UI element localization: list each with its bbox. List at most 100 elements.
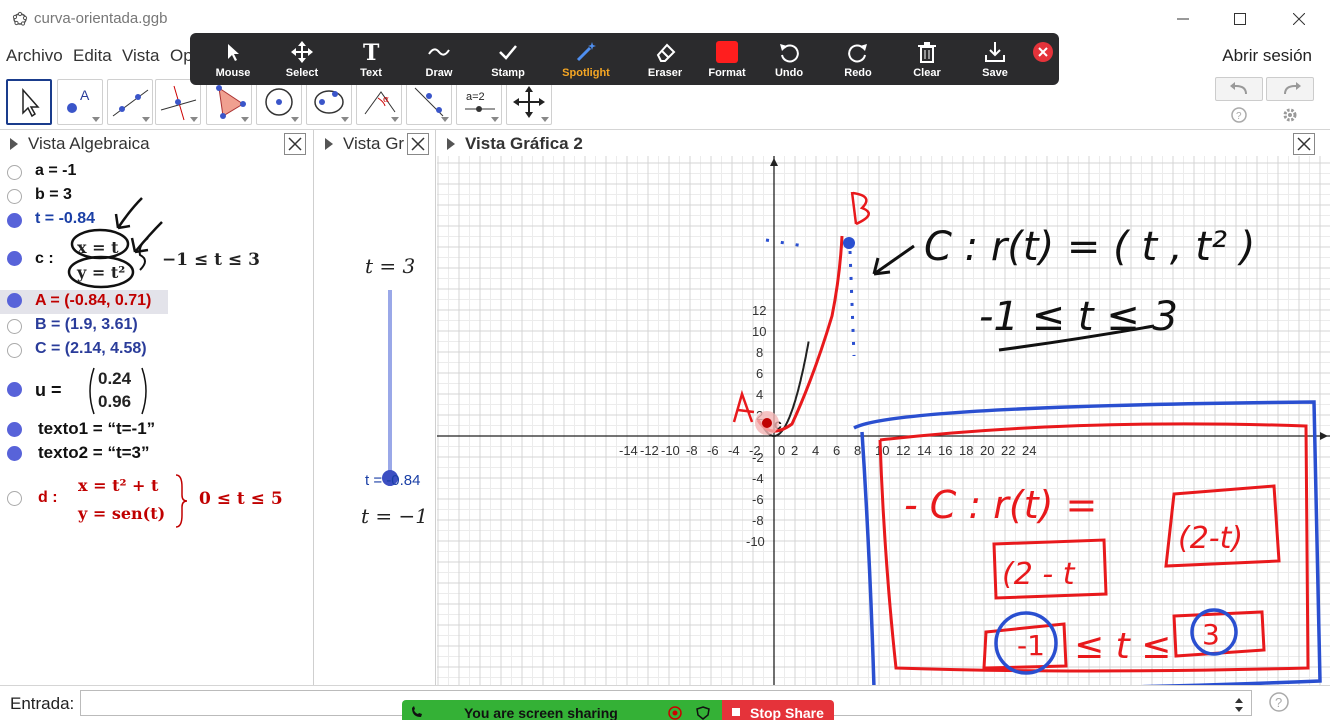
x-tick-label: 20: [980, 443, 994, 458]
annot-label: Redo: [844, 67, 872, 79]
annot-redo-button[interactable]: Redo: [825, 33, 891, 85]
tool-slider[interactable]: a=2: [456, 79, 502, 125]
graphics2-header[interactable]: Vista Gráfica 2: [437, 131, 1330, 157]
tool-reflect[interactable]: [406, 79, 452, 125]
record-icon[interactable]: [668, 706, 682, 720]
tool-point[interactable]: A: [57, 79, 103, 125]
svg-text:A: A: [80, 87, 90, 103]
annot-save-button[interactable]: Save: [962, 33, 1028, 85]
x-tick-label: -8: [686, 443, 698, 458]
tool-perpendicular[interactable]: [155, 79, 201, 125]
svg-text:?: ?: [1275, 695, 1282, 710]
screen-share-bar: You are screen sharing Stop Share: [402, 700, 834, 720]
annot-label: Stamp: [491, 67, 525, 79]
tool-move-graphics[interactable]: [506, 79, 552, 125]
sharing-status: You are screen sharing: [402, 700, 722, 720]
graphics-view-1[interactable]: Vista Gr t = 3 t = -0.84 t = −1: [315, 130, 436, 685]
menu-edita[interactable]: Edita: [73, 46, 112, 66]
trash-icon: [918, 42, 936, 63]
x-tick-label: 22: [1001, 443, 1015, 458]
close-icon: [1293, 13, 1305, 25]
cursor-icon: [228, 44, 239, 61]
x-tick-label: 8: [854, 443, 861, 458]
annot-text-button[interactable]: T Text: [338, 33, 404, 85]
svg-text:?: ?: [1236, 111, 1242, 122]
tool-polygon[interactable]: [206, 79, 252, 125]
x-tick-label: -12: [640, 443, 659, 458]
collapse-caret-icon: [325, 138, 333, 150]
annot-clear-button[interactable]: Clear: [894, 33, 960, 85]
annot-label: Eraser: [647, 67, 683, 79]
minimize-button[interactable]: [1160, 6, 1206, 32]
y-tick-label: 4: [756, 387, 763, 402]
tool-line[interactable]: [107, 79, 153, 125]
redo-arrow-icon: [848, 44, 867, 63]
close-icon: [411, 137, 425, 151]
stop-share-button[interactable]: Stop Share: [722, 700, 834, 720]
redo-icon: [1284, 82, 1301, 95]
y-axis-arrow: [770, 158, 778, 166]
annot-eraser-button[interactable]: Eraser: [632, 33, 698, 85]
spinner-arrows-icon[interactable]: [1235, 698, 1243, 712]
graphics-view-2[interactable]: Vista Gráfica 2 -14 -12 -10 -8 -6 -4 -2 0 2 4 6 8 10…: [437, 130, 1330, 685]
close-graphics1-button[interactable]: [407, 133, 429, 155]
help-icon[interactable]: ?: [1230, 106, 1248, 124]
close-graphics2-button[interactable]: [1293, 133, 1315, 155]
annot-mouse-button[interactable]: Mouse: [200, 33, 266, 85]
handwritten-arrow: [872, 244, 915, 276]
x-tick-label: 14: [917, 443, 931, 458]
stop-share-label: Stop Share: [750, 705, 824, 720]
close-window-button[interactable]: [1276, 6, 1322, 32]
handwritten-red-inequality: ≤ t ≤: [1074, 626, 1171, 667]
annot-select-button[interactable]: Select: [269, 33, 335, 85]
sharing-message: You are screen sharing: [464, 705, 618, 720]
x-tick-label: 12: [896, 443, 910, 458]
annot-label: Format: [708, 67, 746, 79]
tool-circle[interactable]: [256, 79, 302, 125]
annot-undo-button[interactable]: Undo: [756, 33, 822, 85]
menu-vista[interactable]: Vista: [122, 46, 160, 66]
y-tick-label: -6: [752, 492, 764, 507]
tool-conic[interactable]: [306, 79, 352, 125]
close-icon: [1297, 137, 1311, 151]
undo-button[interactable]: [1215, 77, 1263, 101]
close-algebra-button[interactable]: [284, 133, 306, 155]
annot-label: Spotlight: [562, 67, 610, 79]
y-tick-label: 10: [752, 324, 766, 339]
tool-move[interactable]: [6, 79, 52, 125]
annot-spotlight-button[interactable]: Spotlight: [553, 33, 619, 85]
y-tick-label: -8: [752, 513, 764, 528]
y-tick-label: -4: [752, 471, 764, 486]
menu-archivo[interactable]: Archivo: [6, 46, 63, 66]
annot-label: Draw: [425, 67, 453, 79]
coordinate-plane[interactable]: -14 -12 -10 -8 -6 -4 -2 0 2 4 6 8 10 12 14 16 18 20 22 2412…: [437, 156, 1330, 685]
annot-close-button[interactable]: [1033, 42, 1053, 62]
x-tick-label: 4: [812, 443, 819, 458]
gear-icon[interactable]: [1281, 106, 1299, 124]
annot-stamp-button[interactable]: Stamp: [475, 33, 541, 85]
arrow-cursor-icon: [22, 88, 40, 118]
handwritten-A: [732, 389, 755, 423]
algebra-view: Vista Algebraica a = -1 b = 3 t = -0.84 …: [0, 130, 314, 685]
handwritten-B: [850, 191, 870, 226]
annot-label: Clear: [913, 67, 941, 79]
graphics1-title: Vista Gr: [343, 134, 405, 153]
sign-in-link[interactable]: Abrir sesión: [1222, 46, 1312, 66]
help-icon[interactable]: ?: [1268, 691, 1290, 713]
handwritten-red-text: (2 - t: [1002, 557, 1076, 592]
collapse-caret-icon: [447, 138, 455, 150]
t-slider-track[interactable]: [388, 290, 392, 486]
x-tick-label: -10: [661, 443, 680, 458]
shield-icon[interactable]: [696, 706, 710, 720]
text-t-icon: T: [363, 41, 380, 63]
dotted-line: [848, 250, 856, 357]
annot-label: Save: [982, 67, 1008, 79]
x-axis-arrow: [1320, 432, 1328, 440]
redo-button[interactable]: [1266, 77, 1314, 101]
slider-bottom-label: t = −1: [361, 504, 428, 528]
annot-label: Text: [360, 67, 382, 79]
annot-format-button[interactable]: Format: [694, 33, 760, 85]
tool-angle[interactable]: α: [356, 79, 402, 125]
annot-draw-button[interactable]: Draw: [406, 33, 472, 85]
maximize-button[interactable]: [1217, 6, 1263, 32]
